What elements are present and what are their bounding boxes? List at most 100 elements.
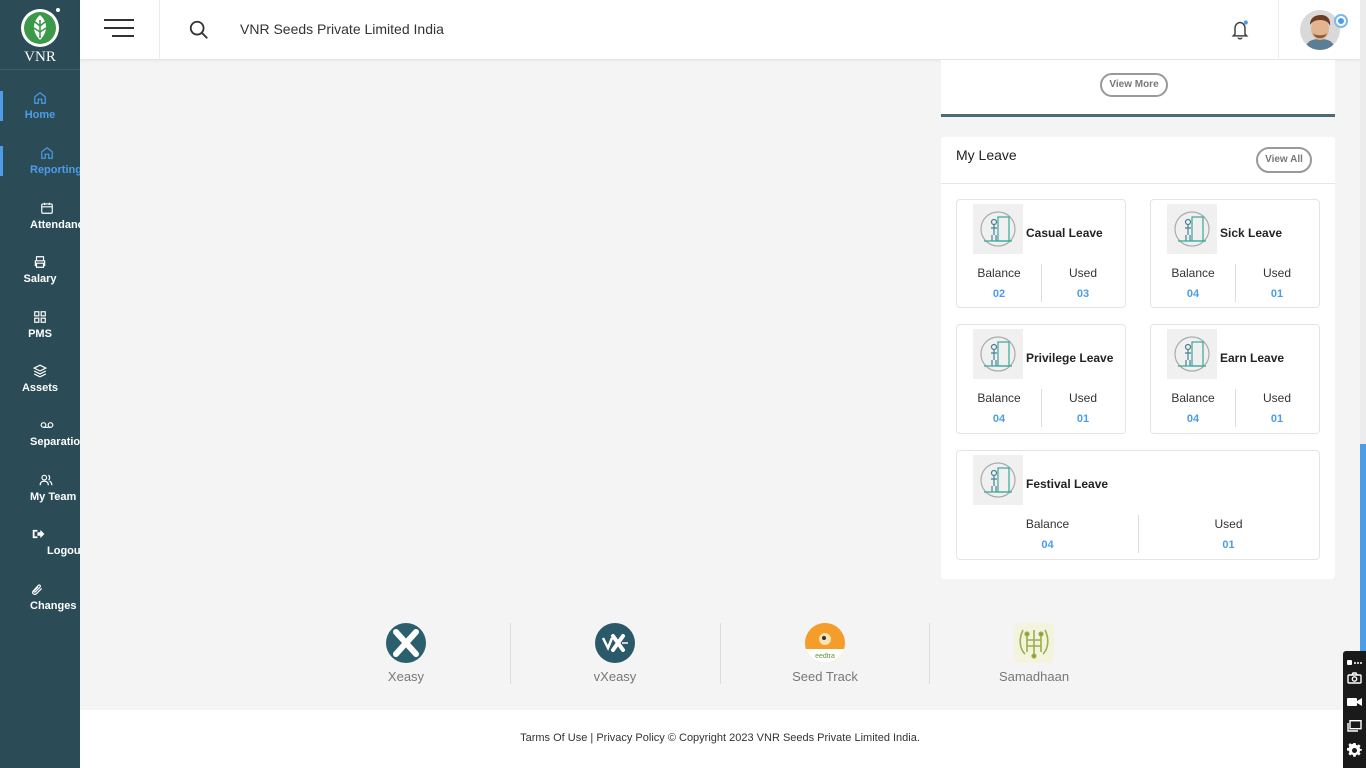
- sidebar: VNR Home Reporting Attendance Salary PMS…: [0, 0, 80, 768]
- sidebar-item-label: Logout: [47, 545, 80, 557]
- footer-separator: |: [587, 732, 597, 744]
- leave-person-icon: [1167, 329, 1217, 379]
- home-icon: [34, 92, 46, 104]
- svg-text:eedtra: eedtra: [815, 653, 835, 660]
- balance-label: Balance: [1171, 266, 1215, 280]
- used-value: 03: [1076, 288, 1090, 300]
- app-vxeasy[interactable]: vXeasy: [510, 623, 720, 684]
- seedtrack-logo-icon: eedtra: [805, 623, 845, 663]
- chat-icon[interactable]: [1347, 719, 1362, 732]
- app-name: vXeasy: [593, 669, 637, 684]
- floating-toolbar: [1343, 651, 1366, 768]
- balance-value: 04: [1186, 288, 1200, 300]
- logout-icon: [32, 529, 45, 539]
- user-avatar-image: [1300, 10, 1340, 50]
- used-label: Used: [1262, 266, 1291, 280]
- balance-label: Balance: [1025, 517, 1070, 531]
- sidebar-item-label: Changes: [30, 600, 77, 612]
- vxeasy-logo-icon: [595, 623, 635, 663]
- view-all-button[interactable]: View All: [1256, 147, 1312, 173]
- leaf-logo-icon: VNR: [21, 7, 60, 64]
- used-value: 01: [1076, 413, 1090, 425]
- sidebar-item-label: Separation: [30, 436, 80, 448]
- leave-item-privilege[interactable]: Privilege Leave Balance 04 Used 01: [956, 324, 1126, 434]
- leave-item-sick[interactable]: Sick Leave Balance 04 Used 01: [1150, 199, 1320, 308]
- my-leave-title: My Leave: [956, 147, 1017, 163]
- used-value: 01: [1270, 288, 1284, 300]
- divider: [941, 183, 1335, 184]
- used-label: Used: [1068, 391, 1097, 405]
- sidebar-item-pms[interactable]: PMS: [0, 310, 80, 356]
- leave-name: Festival Leave: [1026, 477, 1109, 491]
- footer: Tarms Of Use | Privacy Policy © Copyrigh…: [80, 710, 1360, 768]
- toolbar-menu-icon[interactable]: [1347, 654, 1362, 666]
- view-more-button[interactable]: View More: [1100, 73, 1168, 97]
- top-header: VNR Seeds Private Limited India: [80, 0, 1360, 60]
- sidebar-item-label: My Team: [30, 491, 77, 503]
- sidebar-item-assets[interactable]: Assets: [0, 364, 80, 410]
- sidebar-item-reporting[interactable]: Reporting: [0, 146, 80, 192]
- balance-value: 02: [992, 288, 1006, 300]
- used-value: 01: [1222, 539, 1235, 551]
- video-camera-icon[interactable]: [1347, 695, 1362, 707]
- online-status-icon: [1334, 14, 1348, 28]
- sidebar-item-label: Reporting: [30, 164, 80, 176]
- used-label: Used: [1214, 517, 1243, 531]
- balance-value: 04: [1041, 539, 1054, 551]
- sidebar-item-attendance[interactable]: Attendance: [0, 201, 80, 247]
- leave-item-earn[interactable]: Earn Leave Balance 04 Used 01: [1150, 324, 1320, 434]
- settings-gear-icon[interactable]: [1347, 743, 1362, 757]
- home-icon: [41, 147, 53, 159]
- balance-column: Balance 04: [957, 517, 1138, 551]
- used-label: Used: [1068, 266, 1097, 280]
- user-avatar[interactable]: [1300, 10, 1340, 50]
- grid-icon: [34, 311, 46, 323]
- hamburger-menu-icon[interactable]: [104, 18, 134, 38]
- leave-person-icon: [973, 329, 1023, 379]
- sidebar-item-logout[interactable]: Logout: [0, 527, 80, 573]
- users-icon: [39, 474, 53, 486]
- balance-column: Balance 02: [957, 266, 1041, 300]
- app-seed-track[interactable]: eedtra Seed Track: [720, 623, 930, 684]
- balance-column: Balance 04: [1151, 266, 1235, 300]
- app-xeasy[interactable]: Xeasy: [301, 623, 511, 684]
- sidebar-item-home[interactable]: Home: [0, 91, 80, 137]
- leave-item-festival[interactable]: Festival Leave Balance 04 Used 01: [956, 450, 1320, 560]
- voicemail-icon: [40, 422, 54, 428]
- header-divider: [1278, 0, 1279, 60]
- layers-icon: [33, 364, 47, 378]
- sidebar-item-separation[interactable]: Separation: [0, 418, 80, 464]
- leave-item-casual[interactable]: Casual Leave Balance 02 Used 03: [956, 199, 1126, 308]
- used-column: Used 01: [1235, 266, 1319, 300]
- balance-label: Balance: [977, 266, 1021, 280]
- app-name: Seed Track: [792, 669, 858, 684]
- leave-name: Sick Leave: [1220, 226, 1283, 240]
- paperclip-icon: [32, 584, 43, 595]
- balance-value: 04: [1186, 413, 1200, 425]
- used-column: Used 01: [1041, 391, 1125, 425]
- leave-person-icon: [1167, 204, 1217, 254]
- sidebar-item-label: Home: [24, 109, 56, 121]
- sidebar-item-salary[interactable]: Salary: [0, 255, 80, 301]
- sidebar-item-changes[interactable]: Changes: [0, 582, 80, 628]
- copyright-text: © Copyright 2023 VNR Seeds Private Limit…: [664, 732, 920, 744]
- used-value: 01: [1270, 413, 1284, 425]
- calendar-icon: [41, 202, 53, 214]
- xeasy-logo-icon: [386, 623, 426, 663]
- app-name: Samadhaan: [998, 669, 1070, 684]
- terms-link[interactable]: Tarms Of Use: [520, 732, 587, 744]
- notification-bell-icon[interactable]: [1230, 19, 1250, 41]
- used-column: Used 01: [1235, 391, 1319, 425]
- balance-value: 04: [992, 413, 1006, 425]
- sidebar-item-label: Assets: [21, 382, 59, 394]
- sidebar-item-label: Attendance: [30, 219, 80, 231]
- samadhaan-logo-icon: [1014, 623, 1054, 663]
- sidebar-item-label: Salary: [23, 273, 57, 285]
- sidebar-item-my-team[interactable]: My Team: [0, 473, 80, 519]
- vnr-logo[interactable]: VNR: [0, 0, 80, 70]
- privacy-link[interactable]: Privacy Policy: [596, 732, 664, 744]
- upper-card: View More: [941, 60, 1335, 117]
- camera-icon[interactable]: [1347, 671, 1362, 684]
- search-icon[interactable]: [188, 19, 210, 41]
- app-samadhaan[interactable]: Samadhaan: [929, 623, 1139, 684]
